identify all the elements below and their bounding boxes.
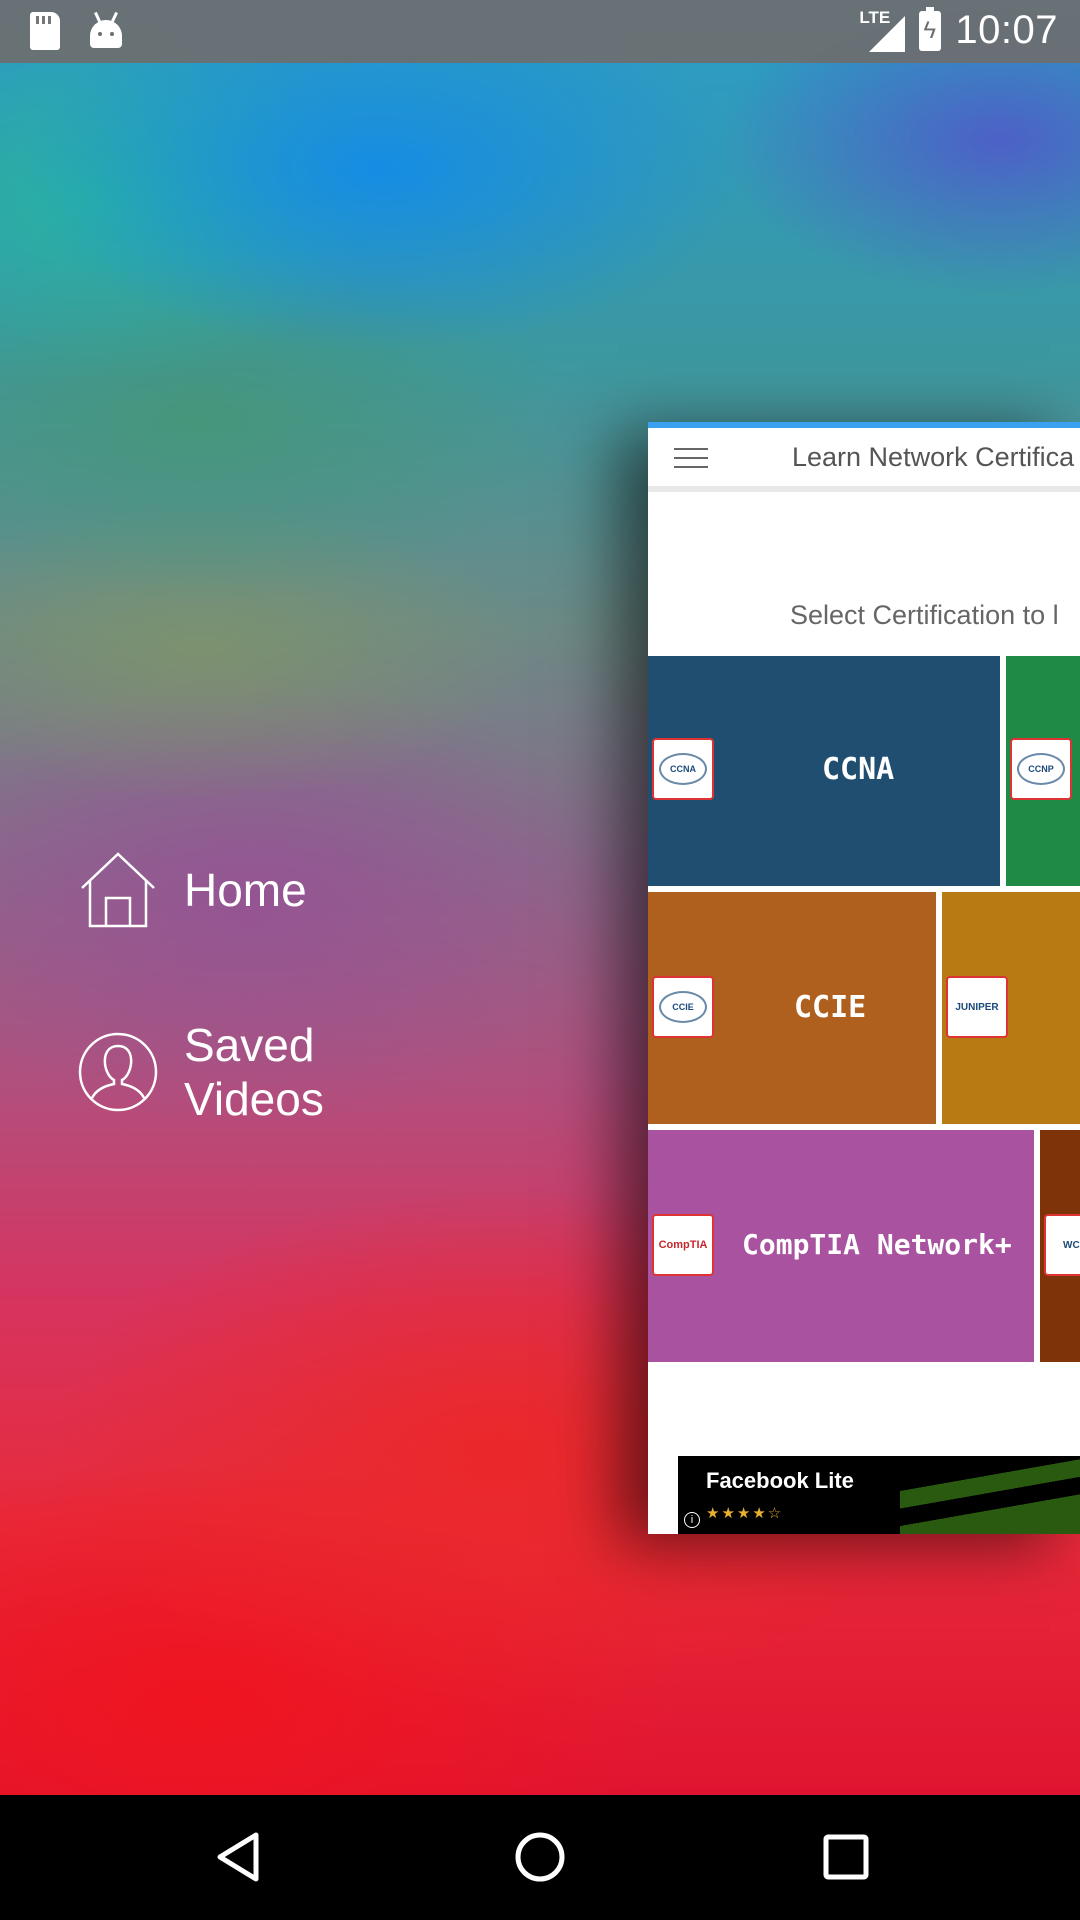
tile-ccie[interactable]: CCIE CCIE	[648, 892, 936, 1124]
tile-label: CCNA	[822, 752, 895, 787]
ccna-badge-icon: CCNA	[652, 738, 714, 800]
recents-icon[interactable]	[818, 1829, 874, 1885]
rating-stars: ★★★★☆	[706, 1505, 784, 1522]
tile-ccna[interactable]: CCNA CCNA	[648, 656, 1000, 886]
app-content-preview[interactable]: Learn Network Certifica Select Certifica…	[648, 422, 1080, 1534]
tile-ccnp[interactable]: CCNP	[1006, 656, 1080, 886]
back-icon[interactable]	[210, 1829, 266, 1885]
ad-title: Facebook Lite	[706, 1468, 854, 1493]
home-icon	[81, 852, 155, 928]
android-debug-icon	[90, 20, 122, 48]
lte-signal-icon: LTE	[859, 8, 906, 52]
tile-juniper[interactable]: JUNIPER	[942, 892, 1080, 1124]
ccnp-badge-icon: CCNP	[1010, 738, 1072, 800]
app-toolbar: Learn Network Certifica	[648, 428, 1080, 492]
tile-label: CCIE	[794, 990, 867, 1025]
tile-label: CompTIA Network+	[742, 1228, 1012, 1261]
select-certification-text: Select Certification to l	[790, 600, 1059, 630]
comptia-badge-icon: CompTIA	[652, 1214, 714, 1276]
sd-card-icon	[30, 12, 60, 50]
drawer-item-saved-videos[interactable]: Saved Videos	[78, 1018, 344, 1126]
juniper-badge-icon: JUNIPER	[946, 976, 1008, 1038]
wcn-badge-icon: WCN	[1044, 1214, 1080, 1276]
tile-wcn[interactable]: WCN	[1040, 1130, 1080, 1362]
drawer-item-home[interactable]: Home	[78, 850, 307, 930]
clock: 10:07	[955, 8, 1058, 52]
drawer-item-label: Saved Videos	[184, 1019, 324, 1125]
ccie-badge-icon: CCIE	[652, 976, 714, 1038]
drawer-item-label: Home	[184, 864, 307, 916]
navigation-bar	[0, 1795, 1080, 1920]
battery-charging-icon: ϟ	[919, 6, 942, 51]
status-bar: LTE ϟ 10:07	[0, 0, 1080, 63]
ad-info-icon[interactable]: i	[684, 1512, 700, 1528]
tile-comptia-network[interactable]: CompTIA CompTIA Network+	[648, 1130, 1034, 1362]
user-icon	[78, 1032, 158, 1112]
app-title: Learn Network Certifica	[792, 442, 1075, 472]
home-circle-icon[interactable]	[512, 1829, 568, 1885]
ad-graphic	[900, 1456, 1080, 1534]
menu-icon[interactable]	[674, 448, 708, 468]
ad-banner[interactable]: Facebook Lite ★★★★☆ i	[678, 1456, 1080, 1534]
